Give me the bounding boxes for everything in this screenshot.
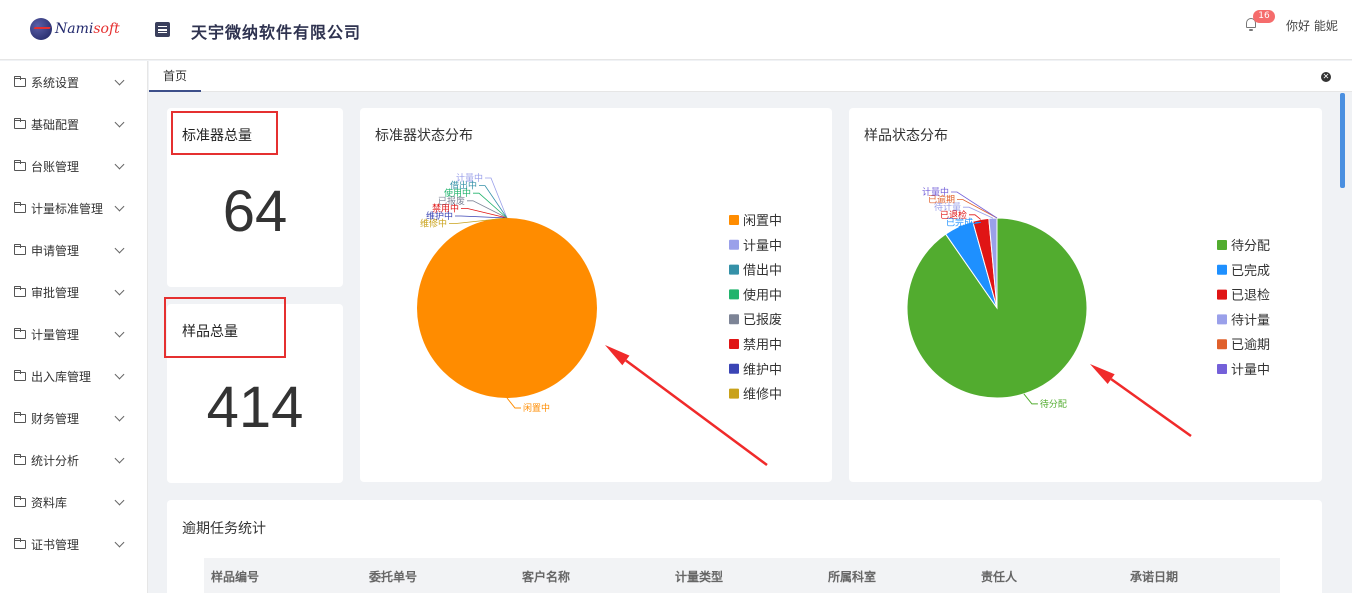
standards-status-title: 标准器状态分布 [375, 128, 473, 144]
folder-icon [14, 411, 26, 423]
sidebar-item-basic-config[interactable]: 基础配置 [0, 103, 147, 145]
highlight-box [164, 297, 286, 358]
sidebar-item-label: 计量管理 [31, 327, 80, 342]
sidebar-item-certificates[interactable]: 证书管理 [0, 523, 147, 565]
sidebar-item-label: 证书管理 [31, 537, 80, 552]
sidebar-item-approvals[interactable]: 审批管理 [0, 271, 147, 313]
sidebar-item-metrology-standards[interactable]: 计量标准管理 [0, 187, 147, 229]
chevron-down-icon [114, 495, 125, 505]
column-header[interactable]: 责任人 [981, 568, 1017, 585]
samples-total-value: 414 [206, 375, 304, 440]
folder-icon [14, 117, 26, 129]
folder-icon [14, 75, 26, 87]
column-header[interactable]: 客户名称 [522, 568, 570, 585]
folder-icon [14, 327, 26, 339]
sidebar-item-label: 财务管理 [31, 411, 80, 426]
standards-status-card: 标准器状态分布 [360, 108, 832, 482]
chevron-down-icon [114, 453, 125, 463]
sidebar-item-label: 台账管理 [31, 159, 80, 174]
column-header[interactable]: 所属科室 [828, 568, 876, 585]
menu-toggle-icon[interactable] [155, 22, 170, 37]
column-header[interactable]: 承诺日期 [1130, 568, 1178, 585]
sidebar-item-label: 申请管理 [31, 243, 80, 258]
standards-total-value: 64 [222, 179, 288, 244]
sidebar-item-library[interactable]: 资料库 [0, 481, 147, 523]
sidebar-item-label: 出入库管理 [31, 369, 92, 384]
tab-bar: 首页 ✕ [149, 61, 1352, 92]
sidebar-item-label: 资料库 [31, 495, 68, 510]
notification-badge[interactable]: 16 [1253, 10, 1275, 23]
sidebar-item-statistics[interactable]: 统计分析 [0, 439, 147, 481]
folder-icon [14, 243, 26, 255]
folder-icon [14, 537, 26, 549]
column-header[interactable]: 样品编号 [211, 568, 259, 585]
logo-text-main: Nami [55, 21, 94, 37]
sidebar-item-applications[interactable]: 申请管理 [0, 229, 147, 271]
sidebar-item-label: 计量标准管理 [31, 201, 104, 216]
folder-icon [14, 159, 26, 171]
chevron-down-icon [114, 75, 125, 85]
folder-icon [14, 285, 26, 297]
overdue-tasks-title: 逾期任务统计 [182, 521, 266, 537]
folder-icon [14, 201, 26, 213]
close-all-tabs-icon[interactable]: ✕ [1321, 72, 1331, 82]
company-name: 天宇微纳软件有限公司 [191, 23, 362, 42]
sidebar: 系统设置 基础配置 台账管理 计量标准管理 申请管理 审批管理 计量管理 出入库… [0, 61, 148, 593]
sidebar-item-finance[interactable]: 财务管理 [0, 397, 147, 439]
samples-status-card: 样品状态分布 [849, 108, 1322, 482]
folder-icon [14, 495, 26, 507]
column-header[interactable]: 委托单号 [369, 568, 417, 585]
sidebar-item-ledger[interactable]: 台账管理 [0, 145, 147, 187]
highlight-box [171, 111, 278, 155]
overdue-table-header: 样品编号 委托单号 客户名称 计量类型 所属科室 责任人 承诺日期 [204, 558, 1280, 593]
folder-icon [14, 369, 26, 381]
logo-text-accent: soft [93, 21, 120, 37]
chevron-down-icon [114, 369, 125, 379]
samples-status-title: 样品状态分布 [864, 128, 948, 144]
chevron-down-icon [114, 411, 125, 421]
chevron-down-icon [114, 537, 125, 547]
chevron-down-icon [114, 243, 125, 253]
chevron-down-icon [114, 201, 125, 211]
chevron-down-icon [114, 327, 125, 337]
sidebar-item-metrology[interactable]: 计量管理 [0, 313, 147, 355]
top-header: Namisoft 天宇微纳软件有限公司 16 你好 能妮 [0, 0, 1352, 60]
user-greeting[interactable]: 你好 能妮 [1286, 17, 1338, 34]
chevron-down-icon [114, 159, 125, 169]
logo-mark-icon [30, 18, 52, 40]
tab-home[interactable]: 首页 [149, 61, 201, 92]
sidebar-item-label: 基础配置 [31, 117, 80, 132]
sidebar-item-label: 统计分析 [31, 453, 80, 468]
scrollbar-thumb[interactable] [1340, 93, 1345, 188]
sidebar-item-warehouse[interactable]: 出入库管理 [0, 355, 147, 397]
chevron-down-icon [114, 285, 125, 295]
sidebar-item-label: 系统设置 [31, 75, 80, 90]
sidebar-item-system-settings[interactable]: 系统设置 [0, 61, 147, 103]
folder-icon [14, 453, 26, 465]
company-logo[interactable]: Namisoft [30, 18, 120, 40]
vertical-scrollbar[interactable] [1340, 93, 1346, 593]
sidebar-item-label: 审批管理 [31, 285, 80, 300]
column-header[interactable]: 计量类型 [675, 568, 723, 585]
chevron-down-icon [114, 117, 125, 127]
